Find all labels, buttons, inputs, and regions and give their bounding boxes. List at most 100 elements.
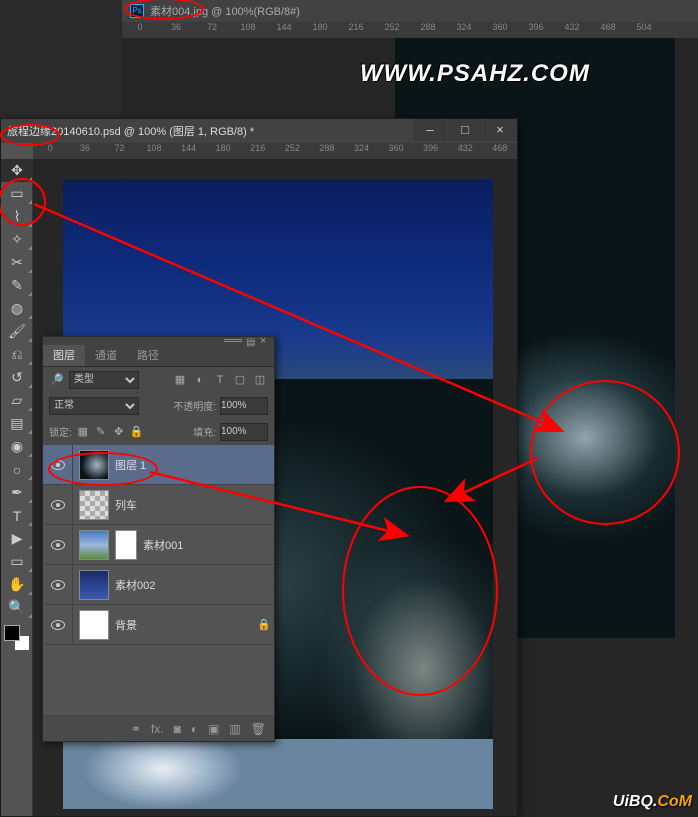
blur-tool[interactable]: ◉: [1, 435, 33, 458]
lock-row: 锁定: ▦ ✎ ✥ 🔒 填充:: [43, 419, 274, 445]
lock-brush-icon[interactable]: ✎: [94, 425, 108, 438]
minimize-button[interactable]: –: [413, 119, 447, 141]
blend-mode-select[interactable]: 正常: [49, 397, 139, 415]
mask-icon[interactable]: ◙: [174, 722, 181, 736]
shape-tool[interactable]: ▭: [1, 550, 33, 573]
eye-icon: [51, 580, 65, 590]
panel-grip-icon: [224, 339, 242, 343]
marquee-tool[interactable]: ▭: [1, 182, 33, 205]
type-tool-icon: T: [13, 508, 22, 524]
visibility-toggle[interactable]: [43, 445, 73, 485]
filter-pixel-icon[interactable]: ▦: [172, 372, 188, 388]
layer-name[interactable]: 图层 1: [115, 457, 274, 473]
tab-layers[interactable]: 图层: [43, 345, 85, 366]
layer-row[interactable]: 列车: [43, 485, 274, 525]
clone-stamp-tool[interactable]: ⎌: [1, 343, 33, 366]
background-window-tab[interactable]: Ps 素材004.jpg @ 100%(RGB/8#): [122, 0, 698, 22]
color-swatch[interactable]: [4, 625, 30, 651]
lock-all-icon[interactable]: 🔒: [130, 425, 144, 438]
layer-name[interactable]: 背景: [115, 617, 254, 633]
panel-dragbar[interactable]: ▤ ×: [43, 337, 274, 345]
layer-thumbnail[interactable]: [79, 490, 109, 520]
visibility-toggle[interactable]: [43, 605, 73, 645]
pen-tool[interactable]: ✒: [1, 481, 33, 504]
layers-panel[interactable]: ▤ × 图层 通道 路径 🔎 类型 ▦ ◐ T ▢ ◫ 正常 不透明度: 锁定:…: [42, 336, 275, 742]
layer-thumbnail[interactable]: [79, 530, 109, 560]
brush-tool[interactable]: 🖌: [1, 320, 33, 343]
link-layers-icon[interactable]: ⚭: [131, 722, 141, 736]
document-titlebar[interactable]: 旅程边缘20140610.psd @ 100% (图层 1, RGB/8) * …: [1, 119, 517, 143]
background-tab-title: 素材004.jpg @ 100%(RGB/8#): [150, 3, 300, 19]
blend-row: 正常 不透明度:: [43, 393, 274, 419]
layer-mask-thumbnail[interactable]: [115, 530, 137, 560]
eraser-tool-icon: ▱: [12, 392, 23, 409]
eyedropper-tool[interactable]: ✎: [1, 274, 33, 297]
lock-icon: 🔒: [254, 618, 274, 631]
zoom-tool[interactable]: 🔍: [1, 596, 33, 619]
brush-tool-icon: 🖌: [8, 323, 26, 340]
group-icon[interactable]: ▣: [208, 722, 219, 736]
foreground-color-swatch[interactable]: [4, 625, 20, 641]
filter-smart-icon[interactable]: ◫: [252, 372, 268, 388]
history-brush-tool-icon: ↺: [11, 369, 23, 386]
shape-tool-icon: ▭: [10, 553, 23, 570]
new-layer-icon[interactable]: ▥: [229, 722, 240, 736]
dodge-tool[interactable]: ○: [1, 458, 33, 481]
tab-paths[interactable]: 路径: [127, 345, 169, 366]
layer-thumbnail[interactable]: [79, 610, 109, 640]
filter-type-icon[interactable]: T: [212, 372, 228, 388]
blur-tool-icon: ◉: [11, 438, 23, 455]
lock-pixels-icon[interactable]: ▦: [76, 425, 90, 438]
visibility-toggle[interactable]: [43, 485, 73, 525]
visibility-toggle[interactable]: [43, 565, 73, 605]
clouds-region: [63, 739, 493, 809]
adjustment-icon[interactable]: ◐: [191, 722, 198, 736]
lasso-tool[interactable]: ⌇: [1, 205, 33, 228]
layer-thumbnail[interactable]: [79, 570, 109, 600]
layer-name[interactable]: 素材001: [143, 537, 274, 553]
panel-footer: ⚭ fx. ◙ ◐ ▣ ▥ 🗑: [43, 715, 274, 741]
layer-name[interactable]: 素材002: [115, 577, 274, 593]
type-tool[interactable]: T: [1, 504, 33, 527]
lock-position-icon[interactable]: ✥: [112, 425, 126, 438]
layer-name[interactable]: 列车: [115, 497, 274, 513]
layer-row[interactable]: 素材001: [43, 525, 274, 565]
pen-tool-icon: ✒: [11, 484, 23, 501]
layer-thumbnail[interactable]: [79, 450, 109, 480]
filter-adjust-icon[interactable]: ◐: [192, 372, 208, 388]
panel-empty-area[interactable]: [43, 645, 274, 715]
move-tool[interactable]: ✥: [1, 159, 33, 182]
eraser-tool[interactable]: ▱: [1, 389, 33, 412]
panel-close-icon[interactable]: ×: [260, 335, 272, 347]
watermark-text: WWW.PSAHZ.COM: [360, 60, 590, 88]
filter-search-icon[interactable]: 🔎: [49, 372, 65, 388]
fill-input[interactable]: [220, 423, 268, 441]
healing-brush-tool[interactable]: ◍: [1, 297, 33, 320]
filter-shape-icon[interactable]: ▢: [232, 372, 248, 388]
hand-tool-icon: ✋: [8, 576, 25, 593]
tab-channels[interactable]: 通道: [85, 345, 127, 366]
history-brush-tool[interactable]: ↺: [1, 366, 33, 389]
crop-tool[interactable]: ✂: [1, 251, 33, 274]
crop-tool-icon: ✂: [11, 254, 23, 271]
hand-tool[interactable]: ✋: [1, 573, 33, 596]
panel-tabs: 图层 通道 路径: [43, 345, 274, 367]
visibility-toggle[interactable]: [43, 525, 73, 565]
opacity-input[interactable]: [220, 397, 268, 415]
path-select-tool[interactable]: ▶: [1, 527, 33, 550]
gradient-tool[interactable]: ▤: [1, 412, 33, 435]
eye-icon: [51, 500, 65, 510]
opacity-label: 不透明度:: [173, 398, 216, 413]
close-button[interactable]: ×: [483, 119, 517, 141]
layer-row[interactable]: 图层 1: [43, 445, 274, 485]
layer-row[interactable]: 素材002: [43, 565, 274, 605]
fx-icon[interactable]: fx.: [151, 722, 164, 736]
delete-layer-icon[interactable]: 🗑: [251, 722, 266, 736]
layer-row[interactable]: 背景🔒: [43, 605, 274, 645]
toolbox: ✥ ▭ ⌇✧ ✂ ✎◍ 🖌 ⎌ ↺ ▱ ▤ ◉ ○ ✒ T ▶ ▭ ✋ 🔍: [1, 159, 33, 816]
panel-menu-icon[interactable]: ▤: [246, 337, 258, 348]
marquee-tool-icon: ▭: [10, 185, 23, 202]
magic-wand-tool[interactable]: ✧: [1, 228, 33, 251]
filter-type-select[interactable]: 类型: [69, 371, 139, 389]
maximize-button[interactable]: □: [448, 119, 482, 141]
